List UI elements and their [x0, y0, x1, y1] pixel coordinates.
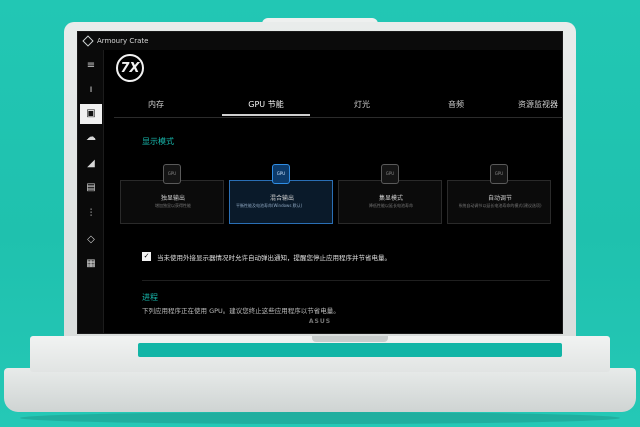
- menu-icon[interactable]: ≡: [84, 60, 98, 72]
- deck-top: [30, 336, 610, 372]
- tab-bar: 内存 GPU 节能 灯光 音频 资源监视器: [114, 94, 562, 118]
- deck-front: [4, 368, 636, 412]
- settings-panel-icon[interactable]: ▦: [84, 258, 98, 270]
- gpu-icon[interactable]: ▣: [80, 104, 102, 124]
- tab-audio[interactable]: 音频: [436, 94, 476, 116]
- aura-icon[interactable]: ◢: [84, 158, 98, 170]
- mode-name: 自动调节: [487, 195, 512, 202]
- asus-brand-mark: ASUS: [308, 318, 332, 325]
- gpu-active-icon: GPU: [272, 164, 290, 184]
- mode-card-hybrid[interactable]: 混合输出 平衡性能及电池寿命(Windows 默认): [229, 180, 333, 224]
- display-mode-title: 显示模式: [142, 137, 174, 146]
- deck-shadow: [20, 412, 620, 424]
- app-logo-icon: [82, 35, 94, 47]
- tab-memory[interactable]: 内存: [136, 94, 176, 116]
- title-bar: Armoury Crate: [78, 32, 562, 50]
- mode-name: 混合输出: [269, 195, 294, 202]
- notification-checkbox[interactable]: ✓: [142, 252, 151, 261]
- rog-logo: 7X: [116, 54, 144, 82]
- tab-divider: [114, 117, 562, 118]
- process-desc: 下列应用程序正在使用 GPU。建议您终止这些应用程序以节省电量。: [142, 307, 340, 315]
- mode-desc: 增加独显以获得性能: [155, 203, 191, 208]
- tag-icon[interactable]: ◇: [84, 234, 98, 246]
- tab-resource-monitor[interactable]: 资源监视器: [512, 94, 562, 116]
- tab-lighting[interactable]: 灯光: [342, 94, 382, 116]
- laptop-deck: [0, 336, 640, 427]
- tab-gpu-power-saving[interactable]: GPU 节能: [222, 94, 310, 116]
- hinge-bar: [312, 336, 388, 342]
- mode-card-discrete[interactable]: 独显输出 增加独显以获得性能: [120, 180, 224, 224]
- sliders-icon[interactable]: ⫶: [84, 208, 98, 220]
- cloud-icon[interactable]: ☁: [84, 132, 98, 144]
- mode-desc: 平衡性能及电池寿命(Windows 默认): [236, 203, 303, 208]
- notification-label: 当未使用外接显示器情况时允许自动弹出通知，提醒您停止应用程序并节省电量。: [157, 254, 391, 262]
- mode-card-integrated[interactable]: 集显模式 降低性能以延长电池寿命: [338, 180, 442, 224]
- laptop-screen: Armoury Crate ≡ ı ▣ ☁ ◢ ▤ ⫶ ◇ ▦ 7X 内存 GP…: [77, 31, 563, 334]
- mode-name: 集显模式: [378, 195, 403, 202]
- mode-card-auto[interactable]: 自动调节 系统自动调节以延长电池寿命的模式(建议选项): [447, 180, 551, 224]
- mode-name: 独显输出: [160, 195, 185, 202]
- hinge-accent: [138, 343, 562, 357]
- device-icon[interactable]: ı: [84, 84, 98, 96]
- mode-desc: 降低性能以延长电池寿命: [369, 203, 413, 208]
- gpu-auto-icon: GPU: [490, 164, 508, 184]
- gpu-integrated-icon: GPU: [381, 164, 399, 184]
- process-title: 进程: [142, 293, 158, 302]
- mode-desc: 系统自动调节以延长电池寿命的模式(建议选项): [458, 203, 542, 208]
- app-title: Armoury Crate: [97, 37, 149, 45]
- media-icon[interactable]: ▤: [84, 182, 98, 194]
- gpu-off-icon: GPU: [163, 164, 181, 184]
- sidebar: ≡ ı ▣ ☁ ◢ ▤ ⫶ ◇ ▦: [78, 50, 104, 333]
- section-divider: [142, 280, 550, 281]
